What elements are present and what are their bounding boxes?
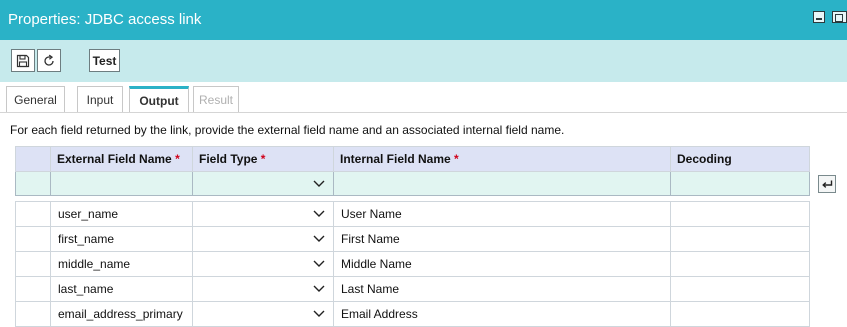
tab-divider: [0, 112, 847, 113]
column-header-internal[interactable]: Internal Field Name *: [333, 146, 671, 172]
field-mapping-table: External Field Name * Field Type * Inter…: [15, 146, 810, 327]
row-selector[interactable]: [15, 171, 51, 196]
chevron-down-icon: [313, 210, 325, 217]
decoding-cell[interactable]: [670, 201, 810, 227]
new-field-type-select[interactable]: [192, 171, 334, 196]
internal-field-cell[interactable]: Email Address: [333, 301, 671, 327]
required-marker: *: [454, 152, 459, 166]
internal-field-cell[interactable]: Last Name: [333, 276, 671, 302]
instructions-text: For each field returned by the link, pro…: [10, 123, 565, 137]
internal-field-cell[interactable]: First Name: [333, 226, 671, 252]
new-entry-row: [15, 171, 810, 196]
field-type-select[interactable]: [192, 276, 334, 302]
table-row[interactable]: last_name Last Name: [15, 276, 810, 302]
decoding-cell[interactable]: [670, 276, 810, 302]
refresh-button[interactable]: [37, 49, 61, 72]
internal-field-cell[interactable]: Middle Name: [333, 251, 671, 277]
test-button[interactable]: Test: [89, 49, 120, 72]
column-label: Internal Field Name: [340, 152, 451, 166]
new-decoding-input[interactable]: [670, 171, 810, 196]
table-row[interactable]: email_address_primary Email Address: [15, 301, 810, 327]
title-bar: Properties: JDBC access link: [0, 0, 847, 40]
external-field-cell[interactable]: middle_name: [50, 251, 193, 277]
external-field-cell[interactable]: first_name: [50, 226, 193, 252]
column-header-external[interactable]: External Field Name *: [50, 146, 193, 172]
decoding-cell[interactable]: [670, 251, 810, 277]
column-label: External Field Name: [57, 152, 172, 166]
external-field-cell[interactable]: last_name: [50, 276, 193, 302]
field-type-select[interactable]: [192, 301, 334, 327]
column-label: Field Type: [199, 152, 258, 166]
window-title: Properties: JDBC access link: [8, 11, 202, 28]
save-icon: [16, 54, 30, 67]
external-field-cell[interactable]: user_name: [50, 201, 193, 227]
tab-general[interactable]: General: [6, 86, 65, 112]
enter-icon: [821, 180, 832, 188]
field-type-select[interactable]: [192, 226, 334, 252]
table-header-row: External Field Name * Field Type * Inter…: [15, 146, 810, 172]
new-external-field-input[interactable]: [50, 171, 193, 196]
tab-result: Result: [193, 86, 239, 112]
row-selector[interactable]: [15, 276, 51, 302]
tab-output[interactable]: Output: [129, 86, 189, 112]
chevron-down-icon: [313, 310, 325, 317]
column-label: Decoding: [677, 152, 732, 166]
tab-input[interactable]: Input: [77, 86, 123, 112]
row-selector[interactable]: [15, 201, 51, 227]
row-selector[interactable]: [15, 251, 51, 277]
row-selector-header: [15, 146, 51, 172]
minimize-icon[interactable]: [813, 11, 825, 23]
decoding-cell[interactable]: [670, 226, 810, 252]
external-field-cell[interactable]: email_address_primary: [50, 301, 193, 327]
required-marker: *: [260, 152, 266, 166]
table-row[interactable]: user_name User Name: [15, 201, 810, 227]
table-row[interactable]: first_name First Name: [15, 226, 810, 252]
row-selector[interactable]: [15, 226, 51, 252]
toolbar: Test: [0, 40, 847, 82]
maximize-icon[interactable]: [832, 11, 847, 23]
chevron-down-icon: [313, 180, 325, 187]
column-header-decoding[interactable]: Decoding: [670, 146, 810, 172]
chevron-down-icon: [313, 285, 325, 292]
save-button[interactable]: [11, 49, 35, 72]
row-selector[interactable]: [15, 301, 51, 327]
new-internal-field-input[interactable]: [333, 171, 671, 196]
column-header-field-type[interactable]: Field Type *: [192, 146, 334, 172]
required-marker: *: [175, 152, 180, 166]
decoding-cell[interactable]: [670, 301, 810, 327]
chevron-down-icon: [313, 260, 325, 267]
table-row[interactable]: middle_name Middle Name: [15, 251, 810, 277]
field-type-select[interactable]: [192, 251, 334, 277]
internal-field-cell[interactable]: User Name: [333, 201, 671, 227]
refresh-icon: [44, 54, 54, 66]
chevron-down-icon: [313, 235, 325, 242]
add-row-button[interactable]: [818, 175, 836, 193]
field-type-select[interactable]: [192, 201, 334, 227]
